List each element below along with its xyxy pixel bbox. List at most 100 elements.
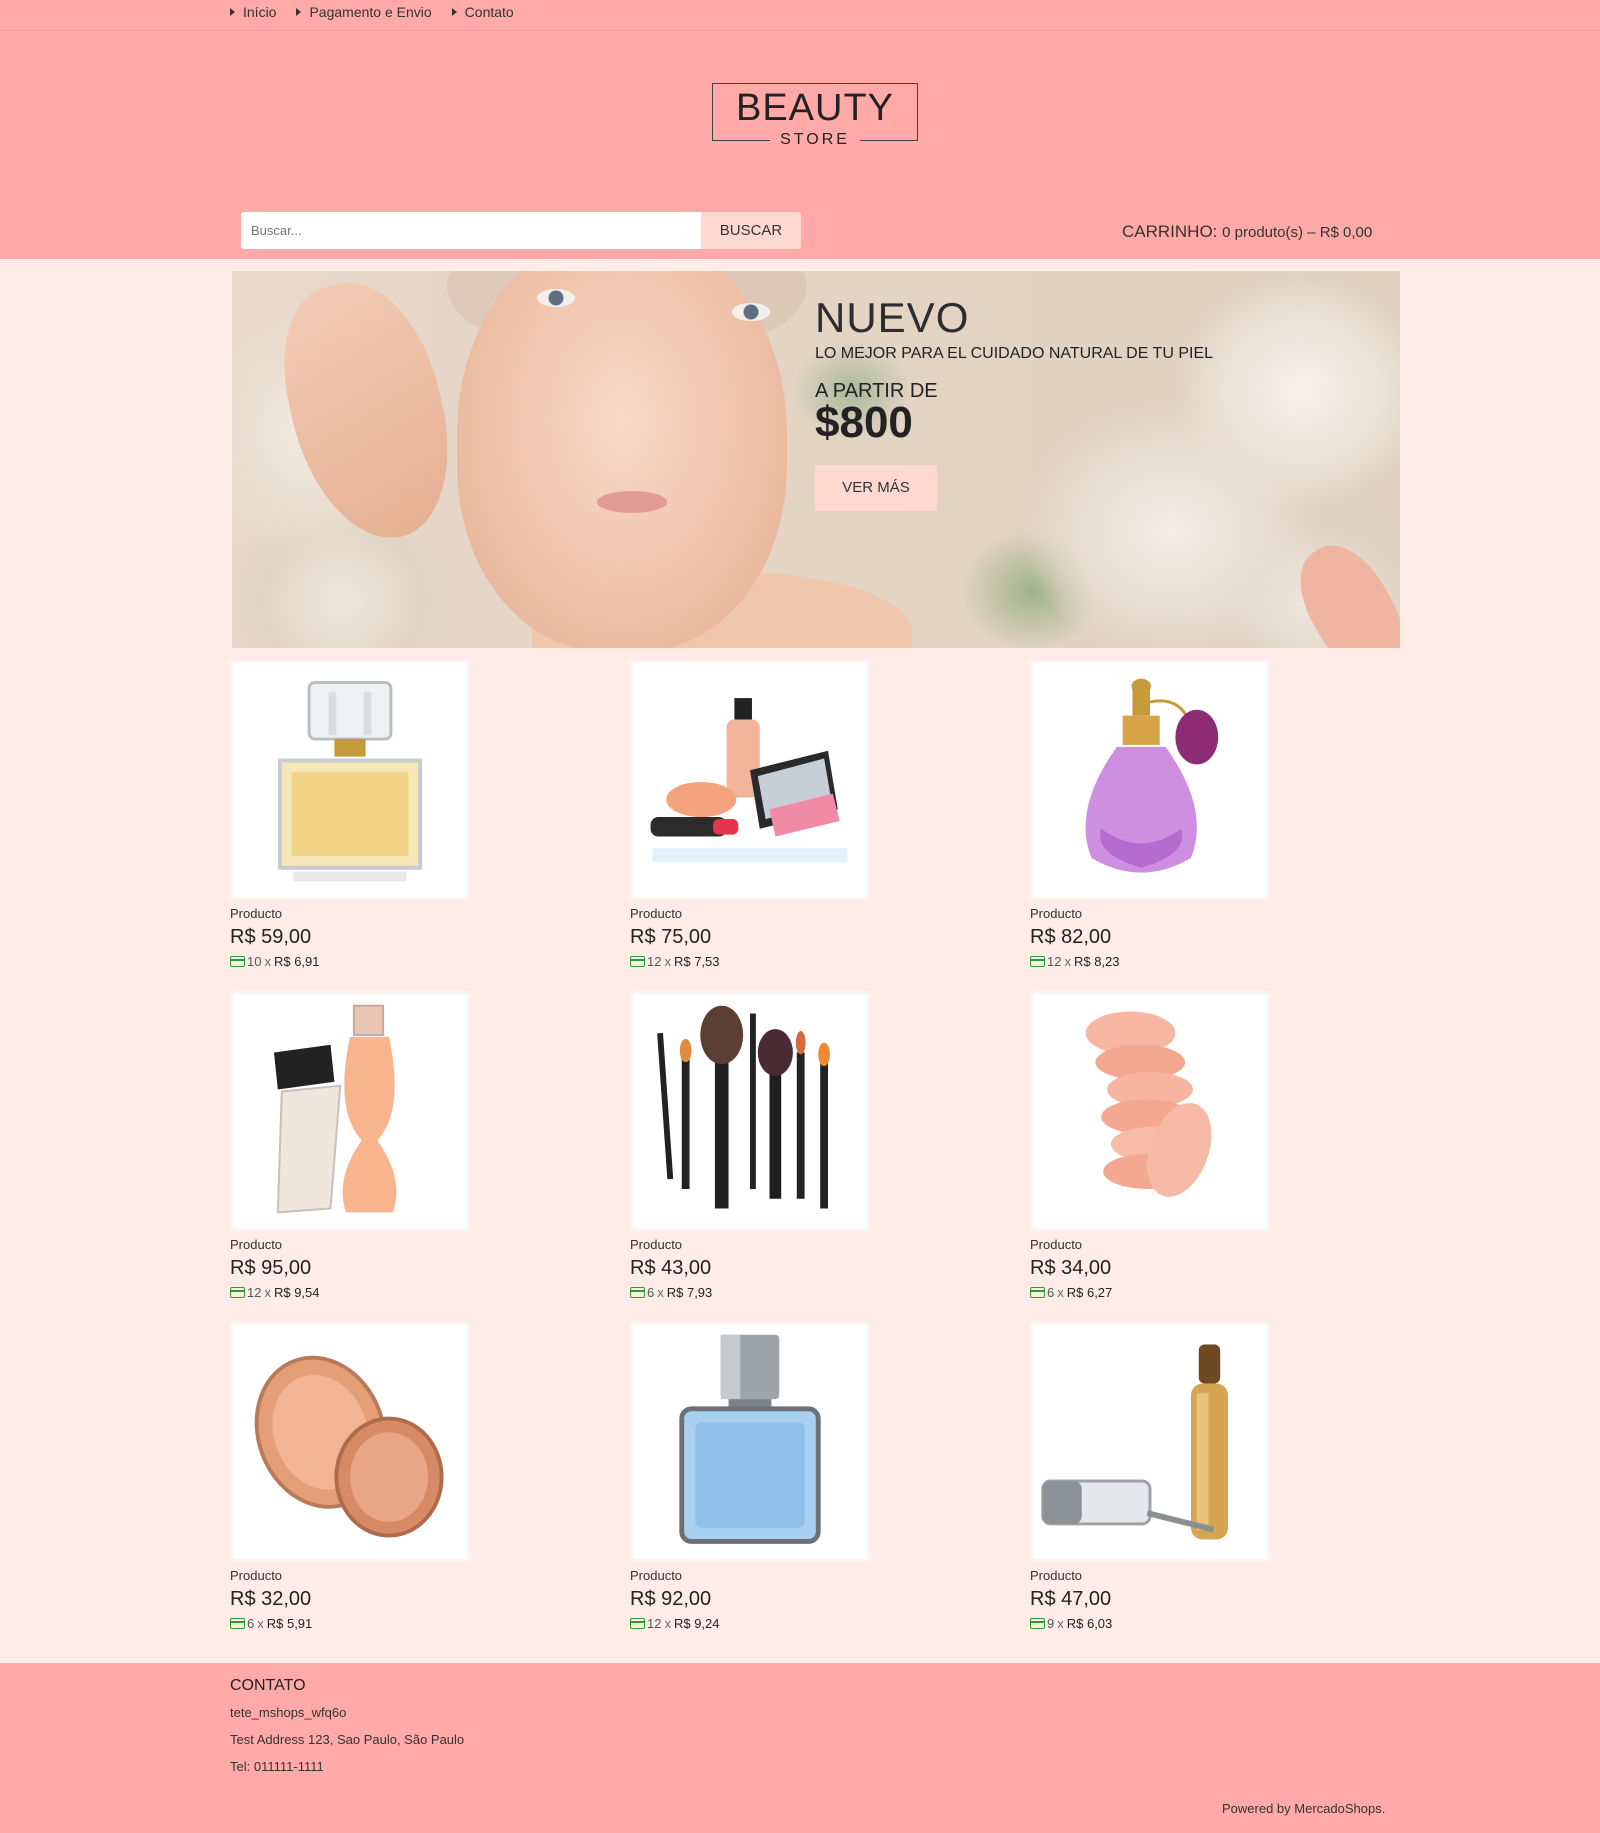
hero-banner: NUEVO LO MEJOR PARA EL CUIDADO NATURAL D… — [232, 271, 1400, 648]
product-name[interactable]: Producto — [1030, 1568, 1330, 1583]
nav-item-pagamento[interactable]: Pagamento e Envio — [296, 4, 432, 20]
cart-value: 0 produto(s) – R$ 0,00 — [1222, 224, 1373, 241]
installments: 10 x R$ 6,91 — [230, 954, 530, 969]
installment-x: x — [1064, 954, 1071, 969]
credit-card-icon — [630, 956, 645, 967]
foundation-mascara-icon[interactable] — [1030, 1322, 1270, 1562]
perfume-bottle-icon[interactable] — [230, 660, 470, 900]
cart-label: CARRINHO: — [1122, 222, 1218, 241]
product-card[interactable]: Producto R$ 59,00 10 x R$ 6,91 — [230, 660, 530, 969]
installments: 6 x R$ 7,93 — [630, 1285, 930, 1300]
cart-summary[interactable]: CARRINHO: 0 produto(s) – R$ 0,00 — [1122, 222, 1372, 242]
sponges-icon[interactable] — [1030, 991, 1270, 1231]
installment-value: R$ 7,93 — [666, 1285, 713, 1300]
product-name[interactable]: Producto — [630, 1568, 930, 1583]
search-button[interactable]: BUSCAR — [701, 212, 801, 249]
header: Início Pagamento e Envio Contato BEAUTY … — [0, 0, 1600, 259]
installment-count: 6 — [247, 1616, 255, 1631]
installment-value: R$ 9,54 — [273, 1285, 320, 1300]
ver-mas-button[interactable]: VER MÁS — [815, 465, 937, 511]
nav-item-label: Pagamento e Envio — [309, 4, 432, 20]
nav-item-inicio[interactable]: Início — [230, 4, 276, 20]
footer-title: CONTATO — [230, 1677, 306, 1694]
installment-x: x — [1057, 1285, 1064, 1300]
installment-x: x — [664, 954, 671, 969]
search-bar: BUSCAR — [241, 212, 801, 249]
nav-divider — [0, 30, 1600, 31]
installment-x: x — [657, 1285, 664, 1300]
credit-card-icon — [230, 1287, 245, 1298]
triangle-right-icon — [296, 8, 302, 16]
footer: CONTATO tete_mshops_wfq6o Test Address 1… — [0, 1663, 1600, 1833]
product-name[interactable]: Producto — [630, 906, 930, 921]
product-card[interactable]: Producto R$ 47,00 9 x R$ 6,03 — [1030, 1322, 1330, 1631]
banner-subtitle: LO MEJOR PARA EL CUIDADO NATURAL DE TU P… — [815, 345, 1214, 362]
installment-value: R$ 5,91 — [266, 1616, 313, 1631]
installments: 6 x R$ 6,27 — [1030, 1285, 1330, 1300]
product-card[interactable]: Producto R$ 43,00 6 x R$ 7,93 — [630, 991, 930, 1300]
product-card[interactable]: Producto R$ 75,00 12 x R$ 7,53 — [630, 660, 930, 969]
search-input[interactable] — [241, 212, 701, 249]
product-name[interactable]: Producto — [630, 1237, 930, 1252]
hand-image — [1282, 530, 1400, 648]
banner-title: NUEVO — [815, 294, 970, 341]
eye-icon — [537, 289, 575, 307]
credit-card-icon — [1030, 956, 1045, 967]
installment-x: x — [264, 954, 271, 969]
compact-powder-icon[interactable] — [230, 1322, 470, 1562]
perfume-pair-icon[interactable] — [230, 991, 470, 1231]
product-name[interactable]: Producto — [1030, 1237, 1330, 1252]
model-face — [457, 271, 787, 648]
nav-item-contato[interactable]: Contato — [451, 4, 514, 20]
installment-count: 12 — [247, 1285, 262, 1300]
nav-item-label: Contato — [464, 4, 514, 20]
installment-value: R$ 6,27 — [1066, 1285, 1113, 1300]
product-price: R$ 75,00 — [630, 926, 712, 948]
credit-card-icon — [1030, 1287, 1045, 1298]
product-price: R$ 59,00 — [230, 926, 312, 948]
logo-line1: BEAUTY — [735, 87, 895, 129]
installment-x: x — [257, 1616, 264, 1631]
product-name[interactable]: Producto — [230, 906, 530, 921]
banner-price: $800 — [815, 398, 913, 447]
logo-line2: STORE — [770, 131, 860, 149]
product-card[interactable]: Producto R$ 95,00 12 x R$ 9,54 — [230, 991, 530, 1300]
blue-perfume-icon[interactable] — [630, 1322, 870, 1562]
installment-x: x — [664, 1616, 671, 1631]
product-card[interactable]: Producto R$ 32,00 6 x R$ 5,91 — [230, 1322, 530, 1631]
product-price: R$ 82,00 — [1030, 926, 1112, 948]
triangle-right-icon — [451, 8, 457, 16]
product-price: R$ 43,00 — [630, 1257, 712, 1279]
installment-count: 12 — [647, 954, 662, 969]
installment-value: R$ 6,03 — [1066, 1616, 1113, 1631]
installment-count: 10 — [247, 954, 262, 969]
product-card[interactable]: Producto R$ 82,00 12 x R$ 8,23 — [1030, 660, 1330, 969]
credit-card-icon — [630, 1287, 645, 1298]
product-price: R$ 92,00 — [630, 1588, 712, 1610]
banner-text: NUEVO LO MEJOR PARA EL CUIDADO NATURAL D… — [815, 295, 1213, 511]
installment-count: 6 — [647, 1285, 655, 1300]
brushes-icon[interactable] — [630, 991, 870, 1231]
nav-item-label: Início — [243, 4, 277, 20]
makeup-kit-icon[interactable] — [630, 660, 870, 900]
installment-value: R$ 7,53 — [673, 954, 720, 969]
installments: 9 x R$ 6,03 — [1030, 1616, 1330, 1631]
top-nav: Início Pagamento e Envio Contato — [230, 4, 514, 20]
hand-image — [266, 271, 468, 554]
atomizer-icon[interactable] — [1030, 660, 1270, 900]
product-price: R$ 32,00 — [230, 1588, 312, 1610]
footer-store-id: tete_mshops_wfq6o — [230, 1705, 347, 1720]
powered-by-link[interactable]: Powered by MercadoShops. — [1222, 1801, 1385, 1816]
store-logo[interactable]: BEAUTY STORE — [712, 83, 918, 149]
installment-value: R$ 8,23 — [1073, 954, 1120, 969]
product-card[interactable]: Producto R$ 34,00 6 x R$ 6,27 — [1030, 991, 1330, 1300]
installment-x: x — [264, 1285, 271, 1300]
installment-count: 12 — [647, 1616, 662, 1631]
product-name[interactable]: Producto — [1030, 906, 1330, 921]
product-card[interactable]: Producto R$ 92,00 12 x R$ 9,24 — [630, 1322, 930, 1631]
lips-icon — [597, 491, 667, 513]
installments: 6 x R$ 5,91 — [230, 1616, 530, 1631]
product-name[interactable]: Producto — [230, 1568, 530, 1583]
product-name[interactable]: Producto — [230, 1237, 530, 1252]
installment-count: 9 — [1047, 1616, 1055, 1631]
